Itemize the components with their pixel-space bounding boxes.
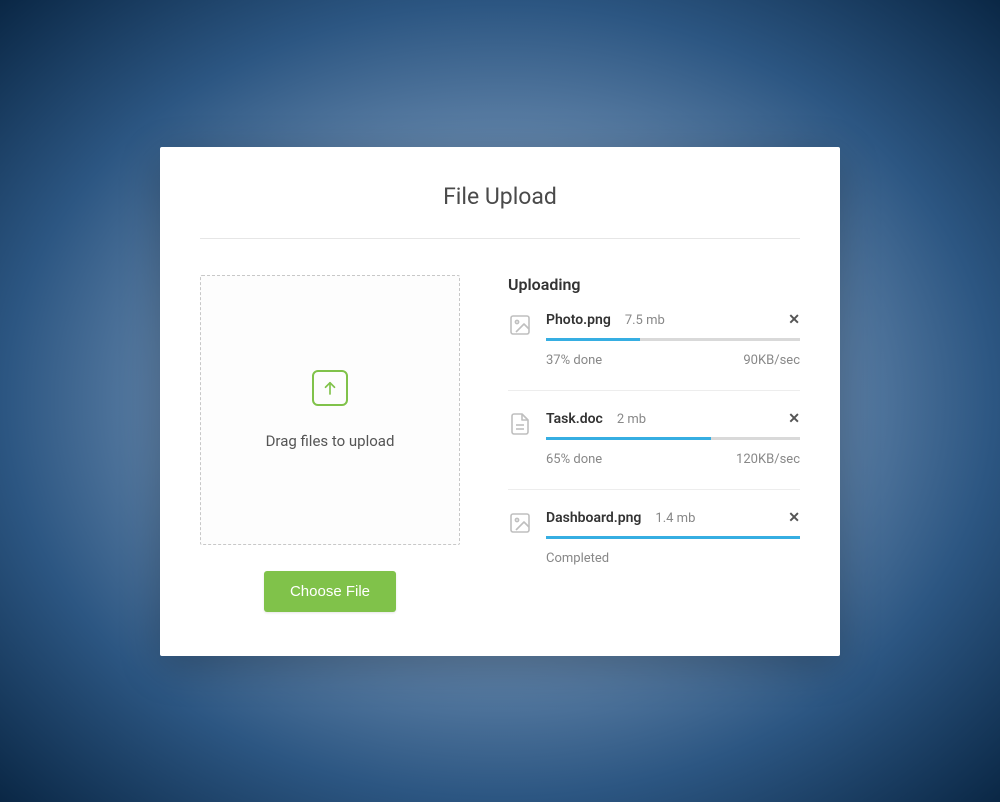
upload-item: Photo.png 7.5 mb ✕ 37% done 90KB/sec: [508, 312, 800, 391]
close-icon[interactable]: ✕: [788, 411, 800, 427]
progress-fill: [546, 536, 800, 539]
file-name: Task.doc: [546, 411, 603, 427]
upload-card: File Upload Drag files to upload Choose …: [160, 147, 840, 656]
choose-file-button[interactable]: Choose File: [264, 571, 396, 612]
dropzone[interactable]: Drag files to upload: [200, 275, 460, 545]
file-name: Dashboard.png: [546, 510, 641, 526]
right-column: Uploading Photo.png 7.5 mb ✕: [508, 275, 800, 612]
progress-fill: [546, 437, 711, 440]
progress-status: Completed: [546, 551, 609, 566]
file-size: 1.4 mb: [655, 511, 695, 526]
upload-item-footer: 65% done 120KB/sec: [546, 452, 800, 467]
upload-item-body: Task.doc 2 mb ✕ 65% done 120KB/sec: [546, 411, 800, 467]
upload-item-footer: Completed: [546, 551, 800, 566]
upload-item-footer: 37% done 90KB/sec: [546, 353, 800, 368]
progress-status: 37% done: [546, 353, 602, 368]
content-row: Drag files to upload Choose File Uploadi…: [200, 275, 800, 612]
dropzone-text: Drag files to upload: [266, 432, 395, 450]
upload-speed: 90KB/sec: [743, 353, 800, 368]
progress-bar: [546, 536, 800, 539]
progress-bar: [546, 338, 800, 341]
upload-item-header: Photo.png 7.5 mb ✕: [546, 312, 800, 328]
divider: [200, 238, 800, 239]
file-size: 7.5 mb: [625, 313, 665, 328]
image-icon: [508, 510, 532, 539]
image-icon: [508, 312, 532, 341]
left-column: Drag files to upload Choose File: [200, 275, 460, 612]
upload-speed: 120KB/sec: [736, 452, 800, 467]
upload-item: Dashboard.png 1.4 mb ✕ Completed: [508, 510, 800, 566]
upload-item: Task.doc 2 mb ✕ 65% done 120KB/sec: [508, 411, 800, 490]
upload-icon: [312, 370, 348, 406]
upload-item-header: Dashboard.png 1.4 mb ✕: [546, 510, 800, 526]
progress-bar: [546, 437, 800, 440]
file-name: Photo.png: [546, 312, 611, 328]
card-title: File Upload: [200, 183, 800, 210]
upload-item-body: Dashboard.png 1.4 mb ✕ Completed: [546, 510, 800, 566]
file-size: 2 mb: [617, 412, 646, 427]
close-icon[interactable]: ✕: [788, 510, 800, 526]
close-icon[interactable]: ✕: [788, 312, 800, 328]
progress-fill: [546, 338, 640, 341]
progress-status: 65% done: [546, 452, 602, 467]
upload-item-header: Task.doc 2 mb ✕: [546, 411, 800, 427]
uploading-title: Uploading: [508, 275, 800, 294]
upload-item-body: Photo.png 7.5 mb ✕ 37% done 90KB/sec: [546, 312, 800, 368]
document-icon: [508, 411, 532, 440]
